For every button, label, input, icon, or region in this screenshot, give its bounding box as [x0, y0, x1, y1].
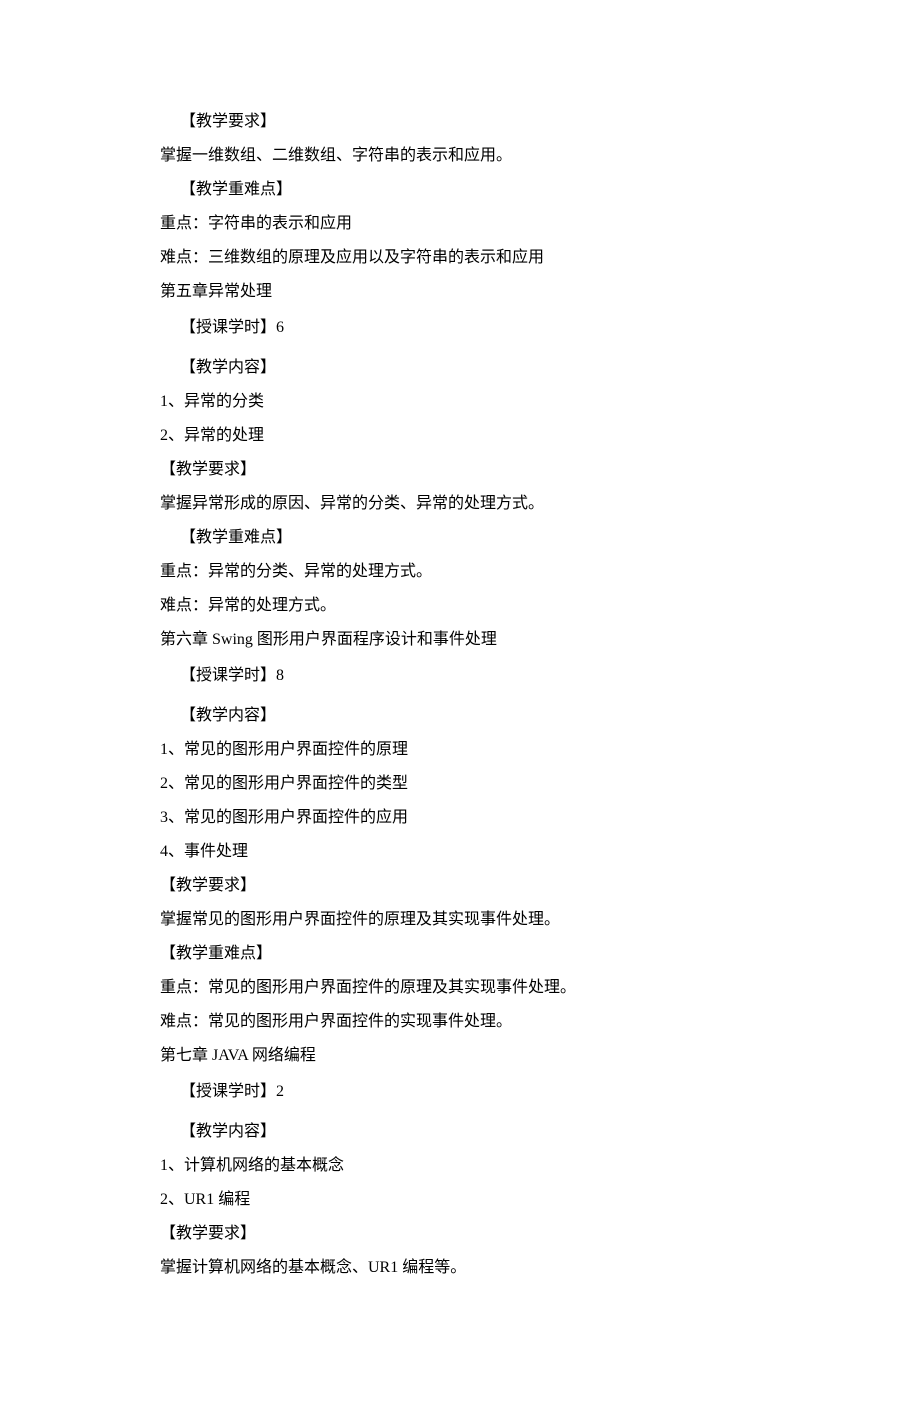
document-body: 【教学要求】掌握一维数组、二维数组、字符串的表示和应用。【教学重难点】重点：字符… — [160, 110, 760, 1280]
text-line: 1、计算机网络的基本概念 — [160, 1154, 760, 1178]
text-line: 【教学内容】 — [160, 356, 760, 380]
text-line: 重点：异常的分类、异常的处理方式。 — [160, 560, 760, 584]
text-line: 第六章 Swing 图形用户界面程序设计和事件处理 — [160, 628, 760, 652]
text-line: 【教学要求】 — [160, 1222, 760, 1246]
text-line: 掌握一维数组、二维数组、字符串的表示和应用。 — [160, 144, 760, 168]
text-line: 【教学要求】 — [160, 874, 760, 898]
text-line: 【教学要求】 — [160, 458, 760, 482]
text-line: 【教学重难点】 — [160, 942, 760, 966]
text-line: 【授课学时】2 — [160, 1080, 760, 1104]
text-line: 【教学内容】 — [160, 1120, 760, 1144]
text-line: 1、异常的分类 — [160, 390, 760, 414]
text-line: 4、事件处理 — [160, 840, 760, 864]
text-line: 重点：常见的图形用户界面控件的原理及其实现事件处理。 — [160, 976, 760, 1000]
text-line: 3、常见的图形用户界面控件的应用 — [160, 806, 760, 830]
text-line: 掌握常见的图形用户界面控件的原理及其实现事件处理。 — [160, 908, 760, 932]
text-line: 【授课学时】6 — [160, 316, 760, 340]
text-line: 【教学重难点】 — [160, 178, 760, 202]
text-line: 2、UR1 编程 — [160, 1188, 760, 1212]
text-line: 【授课学时】8 — [160, 664, 760, 688]
text-line: 难点：三维数组的原理及应用以及字符串的表示和应用 — [160, 246, 760, 270]
text-line: 第五章异常处理 — [160, 280, 760, 304]
text-line: 难点：异常的处理方式。 — [160, 594, 760, 618]
text-line: 2、常见的图形用户界面控件的类型 — [160, 772, 760, 796]
text-line: 1、常见的图形用户界面控件的原理 — [160, 738, 760, 762]
text-line: 【教学重难点】 — [160, 526, 760, 550]
text-line: 掌握异常形成的原因、异常的分类、异常的处理方式。 — [160, 492, 760, 516]
text-line: 重点：字符串的表示和应用 — [160, 212, 760, 236]
text-line: 掌握计算机网络的基本概念、UR1 编程等。 — [160, 1256, 760, 1280]
text-line: 第七章 JAVA 网络编程 — [160, 1044, 760, 1068]
text-line: 【教学内容】 — [160, 704, 760, 728]
text-line: 2、异常的处理 — [160, 424, 760, 448]
text-line: 【教学要求】 — [160, 110, 760, 134]
text-line: 难点：常见的图形用户界面控件的实现事件处理。 — [160, 1010, 760, 1034]
